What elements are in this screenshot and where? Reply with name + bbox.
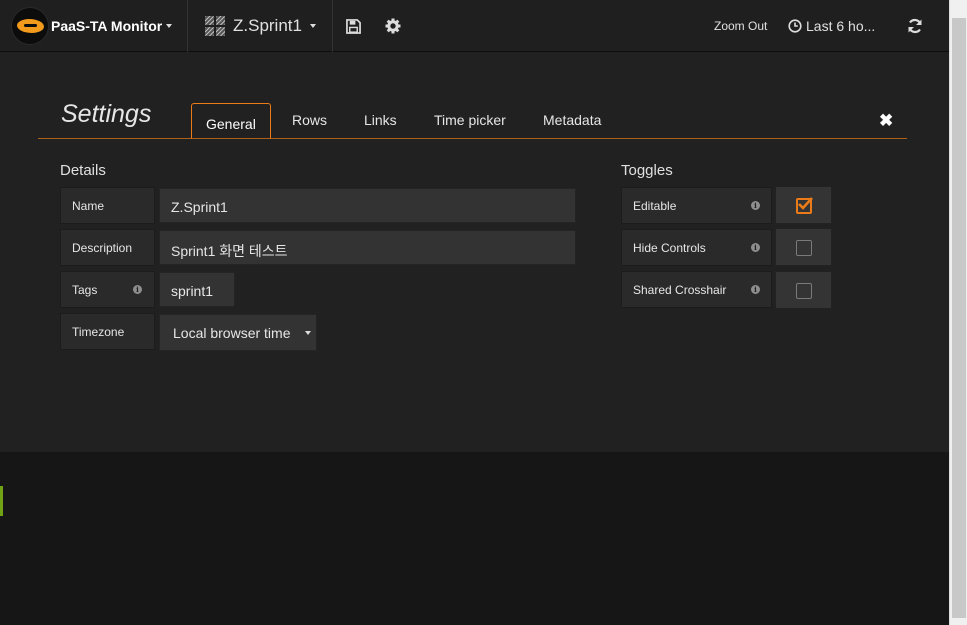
settings-panel: Settings General Rows Links Time picker … [0, 52, 949, 452]
tabs-divider [38, 138, 907, 139]
dashboard-title: Z.Sprint1 [233, 16, 302, 35]
chevron-down-icon [309, 24, 316, 28]
info-icon[interactable]: i [751, 243, 760, 252]
brand-menu[interactable]: PaaS-TA Monitor [0, 0, 188, 52]
name-input[interactable]: Z.Sprint1 [159, 188, 576, 223]
dashboard-title-menu[interactable]: Z.Sprint1 [188, 0, 333, 52]
toggle-label-editable: Editable [621, 187, 772, 224]
row-collapse-marker[interactable] [0, 486, 3, 516]
tag-chip[interactable]: sprint1 [159, 272, 235, 307]
dashboard-grid-icon [205, 16, 225, 36]
tab-general[interactable]: General [191, 103, 271, 139]
time-range-picker[interactable]: Last 6 ho... [788, 18, 875, 34]
clock-icon [788, 19, 802, 33]
timezone-value: Local browser time [173, 325, 291, 341]
checkbox-box [796, 283, 812, 299]
shared-crosshair-checkbox[interactable] [775, 271, 832, 309]
timezone-label: Timezone [60, 313, 155, 350]
timezone-select[interactable]: Local browser time [159, 314, 317, 351]
top-navbar: PaaS-TA Monitor Z.Sprint1 Zoom Out Last … [0, 0, 949, 52]
zoom-out-button[interactable]: Zoom Out [714, 19, 767, 33]
editable-checkbox[interactable] [775, 186, 832, 224]
brand-label: PaaS-TA Monitor [51, 18, 163, 34]
name-label: Name [60, 187, 155, 224]
tab-time-picker[interactable]: Time picker [434, 112, 506, 139]
description-label: Description [60, 229, 155, 266]
description-input[interactable]: Sprint1 화면 테스트 [159, 230, 576, 265]
details-heading: Details [60, 162, 106, 179]
tags-label-text: Tags [72, 283, 98, 297]
checkbox-box [796, 197, 813, 214]
toggle-label-shared-crosshair: Shared Crosshair [621, 271, 772, 308]
info-icon[interactable]: i [751, 201, 760, 210]
tab-links[interactable]: Links [364, 112, 397, 139]
chevron-down-icon [166, 24, 173, 28]
close-icon[interactable]: ✖ [879, 111, 893, 131]
gear-icon[interactable] [383, 16, 403, 36]
scrollbar-thumb[interactable] [952, 18, 966, 618]
settings-title: Settings [61, 100, 152, 128]
chevron-down-icon [305, 331, 311, 335]
toggle-label-hide-controls: Hide Controls [621, 229, 772, 266]
info-icon[interactable]: i [751, 285, 760, 294]
check-icon [798, 197, 813, 210]
save-icon[interactable] [343, 16, 363, 36]
toggles-heading: Toggles [621, 162, 673, 179]
time-range-label: Last 6 ho... [806, 18, 876, 34]
tab-rows[interactable]: Rows [292, 112, 327, 139]
refresh-icon[interactable] [905, 16, 925, 36]
checkbox-box [796, 240, 812, 256]
vertical-scrollbar[interactable] [949, 0, 967, 625]
hide-controls-checkbox[interactable] [775, 228, 832, 266]
info-icon[interactable]: i [133, 285, 142, 294]
tab-metadata[interactable]: Metadata [543, 112, 601, 139]
brand-logo-icon [11, 7, 49, 45]
